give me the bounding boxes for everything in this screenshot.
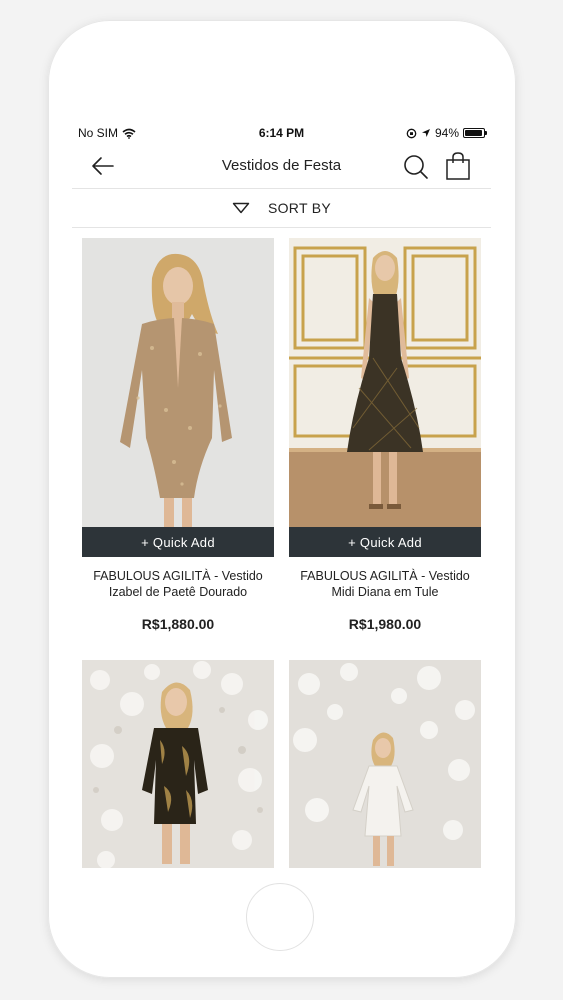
product-image[interactable] [82, 238, 274, 528]
quick-add-button[interactable]: + Quick Add [289, 527, 481, 557]
status-right: 94% [406, 126, 487, 140]
product-price: R$1,880.00 [141, 616, 215, 632]
nav-bar: Vestidos de Festa [72, 144, 491, 188]
product-name[interactable]: FABULOUS AGILITÀ - Vestido Midi Diana em… [289, 568, 481, 600]
product-name[interactable]: FABULOUS AGILITÀ - Vestido Izabel de Pae… [82, 568, 274, 600]
app-screen: No SIM 6:14 PM 94% Vestidos de Festa SOR… [72, 122, 491, 868]
product-image[interactable] [289, 660, 481, 868]
search-icon[interactable] [403, 154, 429, 180]
home-button[interactable] [246, 883, 314, 951]
battery-percent: 94% [434, 126, 459, 140]
product-image[interactable] [82, 660, 274, 868]
triangle-down-icon [232, 202, 250, 214]
shopping-bag-icon[interactable] [445, 151, 471, 181]
product-price: R$1,980.00 [348, 616, 422, 632]
battery-cap [485, 131, 487, 135]
battery-icon [463, 128, 487, 138]
location-icon [421, 128, 431, 138]
sort-by-label: SORT BY [267, 200, 332, 216]
battery-fill [465, 130, 482, 136]
product-image[interactable] [289, 238, 481, 528]
quick-add-button[interactable]: + Quick Add [82, 527, 274, 557]
rotation-lock-icon [406, 128, 417, 139]
sort-by-bar[interactable]: SORT BY [72, 188, 491, 228]
status-bar: No SIM 6:14 PM 94% [72, 122, 491, 144]
